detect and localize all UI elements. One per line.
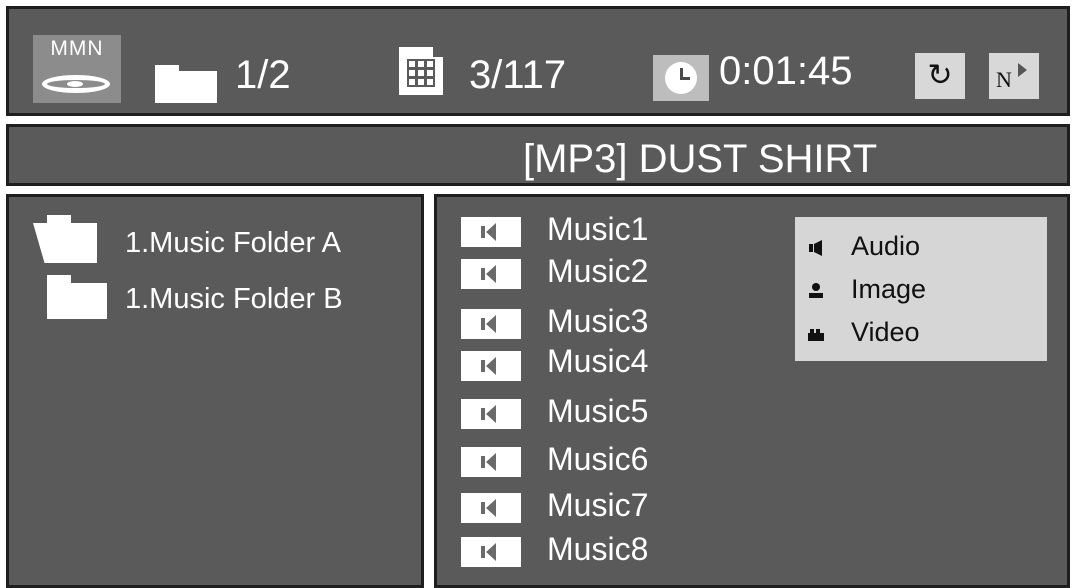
folder-panel: 1.Music Folder A 1.Music Folder B bbox=[6, 194, 424, 588]
track-count: 3/117 bbox=[469, 53, 567, 97]
camera-icon bbox=[808, 329, 824, 341]
title-bar: [MP3] DUST SHIRT bbox=[6, 124, 1070, 186]
speaker-icon bbox=[461, 309, 521, 339]
legend-label: Image bbox=[851, 274, 927, 304]
disc-label: MMN bbox=[50, 37, 104, 60]
file-label: Music5 bbox=[547, 393, 649, 429]
speaker-icon bbox=[461, 259, 521, 289]
track-title: [MP3] DUST SHIRT bbox=[523, 137, 878, 181]
folder-label: 1.Music Folder A bbox=[125, 227, 341, 259]
legend-label: Audio bbox=[851, 231, 921, 261]
track-grid-icon bbox=[399, 47, 443, 95]
folder-icon bbox=[47, 275, 107, 319]
file-label: Music8 bbox=[547, 531, 649, 567]
file-label: Music4 bbox=[547, 343, 649, 379]
speaker-icon bbox=[461, 399, 521, 429]
status-bar: MMN 1/2 3/117 0:01:45 ↻ N bbox=[6, 6, 1070, 116]
folder-label: 1.Music Folder B bbox=[125, 283, 343, 315]
speaker-icon bbox=[461, 537, 521, 567]
speaker-icon bbox=[461, 493, 521, 523]
file-panel: Music1 Music2 Music3 Music4 Music5 Music… bbox=[434, 194, 1070, 588]
file-label: Music2 bbox=[547, 253, 649, 289]
navigation-icon[interactable]: N bbox=[989, 53, 1039, 99]
legend-label: Video bbox=[851, 317, 920, 347]
file-label: Music6 bbox=[547, 441, 649, 477]
clock-icon bbox=[653, 55, 709, 101]
file-label: Music3 bbox=[547, 303, 649, 339]
speaker-icon bbox=[461, 447, 521, 477]
folder-icon bbox=[155, 65, 217, 103]
file-type-legend: Audio Image Video bbox=[795, 217, 1047, 361]
file-label: Music1 bbox=[547, 211, 649, 247]
disc-icon: MMN bbox=[33, 35, 121, 103]
speaker-icon bbox=[461, 351, 521, 381]
person-icon bbox=[809, 283, 823, 298]
file-label: Music7 bbox=[547, 487, 649, 523]
elapsed-time: 0:01:45 bbox=[719, 49, 853, 93]
folder-count: 1/2 bbox=[235, 53, 291, 97]
speaker-icon bbox=[461, 217, 521, 247]
speaker-icon bbox=[809, 240, 822, 256]
repeat-icon[interactable]: ↻ bbox=[915, 53, 965, 99]
